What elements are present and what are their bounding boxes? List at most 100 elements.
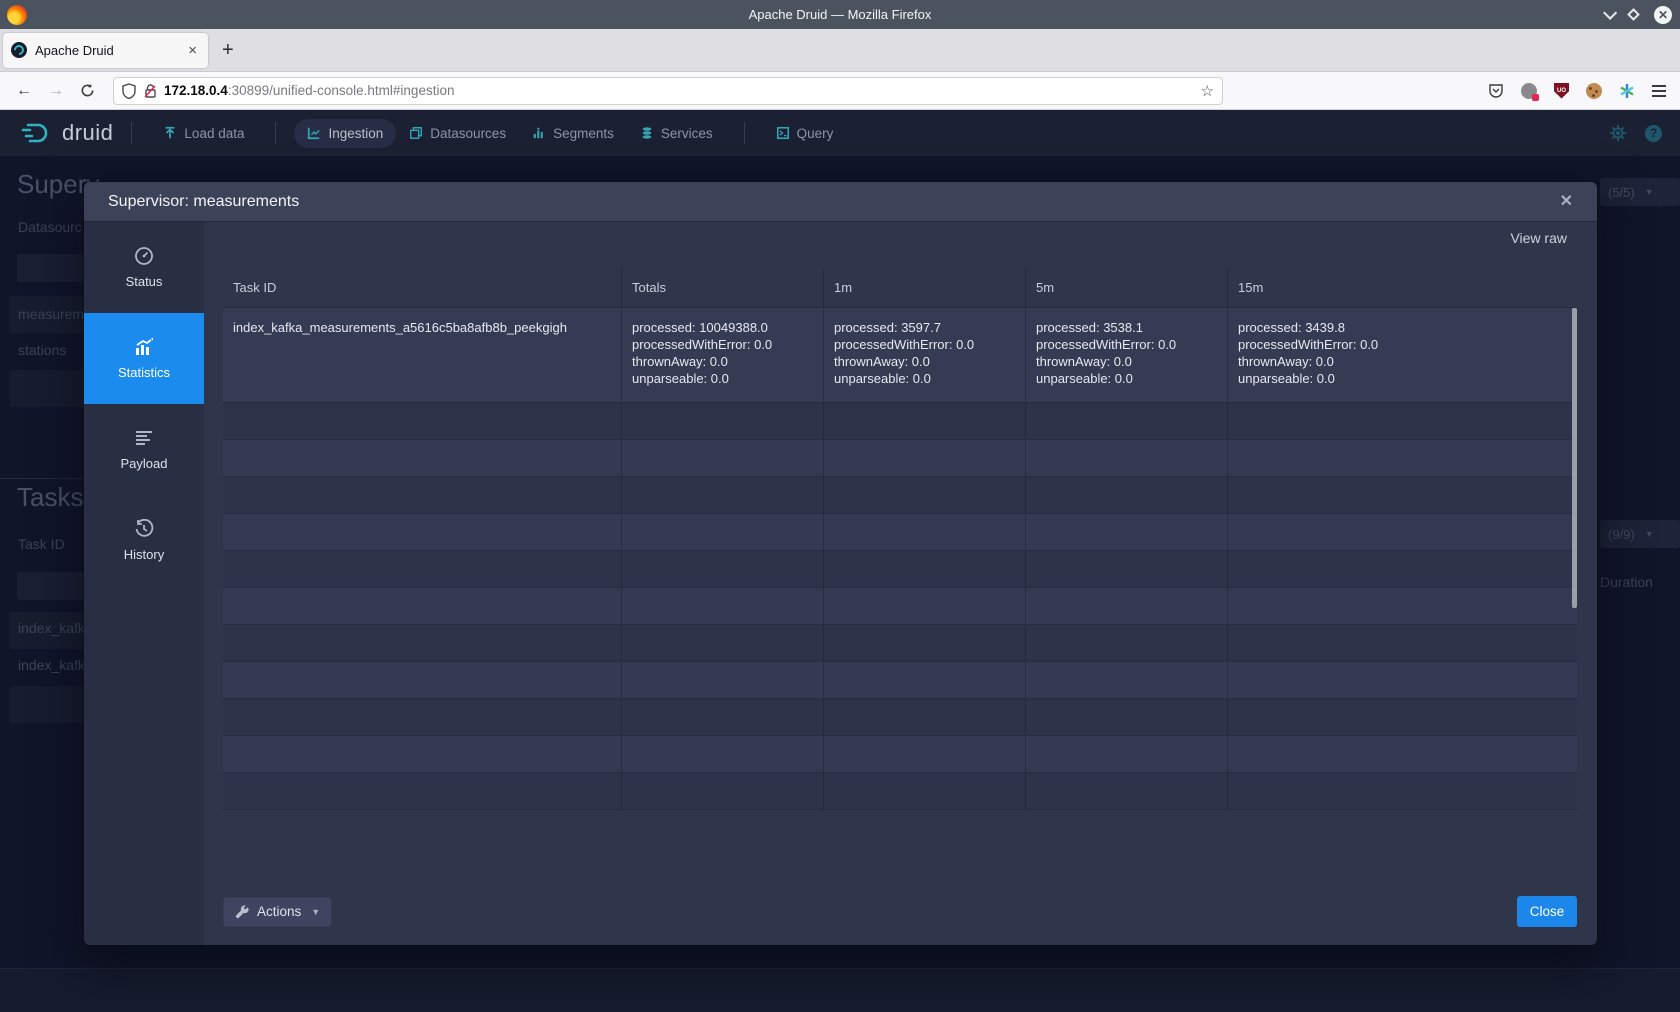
dialog-header: Supervisor: measurements ✕ [84,182,1597,222]
help-icon[interactable]: ? [1645,125,1662,142]
services-icon [640,126,654,140]
nav-item-load-data[interactable]: Load data [150,119,257,148]
forward-button[interactable]: → [48,83,64,99]
table-row: index_kafka_measurements_a5616c5ba8afb8b… [223,308,1577,403]
column-header-task-id[interactable]: Task ID [223,268,622,307]
druid-favicon-icon [11,42,27,58]
url-host: 172.18.0.4 [164,83,228,98]
dialog-close-icon[interactable]: ✕ [1560,194,1573,210]
window-titlebar: Apache Druid — Mozilla Firefox ✕ [0,0,1680,29]
load-data-icon [163,126,177,140]
cookie-extension-icon[interactable] [1586,83,1602,99]
table-row-empty [223,477,1577,514]
chart-arrow-icon [134,337,154,357]
tasks-refresh-button[interactable]: (9/9) ▼ [1600,520,1680,548]
column-header-5m[interactable]: 5m [1026,268,1228,307]
tab-statistics[interactable]: Statistics [84,313,204,404]
nav-item-services[interactable]: Services [627,119,726,148]
chevron-down-icon: ▼ [1645,529,1654,539]
window-close-icon[interactable]: ✕ [1654,6,1672,24]
gauge-icon [134,246,154,266]
actions-button[interactable]: Actions ▼ [223,897,332,927]
dialog-footer: Actions ▼ Close [223,896,1577,927]
tab-close-icon[interactable]: × [185,42,200,59]
table-row-empty [223,736,1577,773]
duration-column-header[interactable]: Duration [1600,574,1653,590]
table-row-empty [223,440,1577,477]
chevron-down-icon: ▼ [311,907,320,917]
supervisor-row-stations[interactable]: stations [18,342,66,358]
browser-tabbar: Apache Druid × + [0,29,1680,72]
tab-history[interactable]: History [84,495,204,586]
back-button[interactable]: ← [16,83,32,99]
chevron-down-icon: ▼ [1645,187,1654,197]
close-button[interactable]: Close [1517,896,1577,927]
tab-status[interactable]: Status [84,222,204,313]
nav-item-datasources[interactable]: Datasources [396,119,519,148]
nav-item-segments[interactable]: Segments [519,119,627,148]
window-title: Apache Druid — Mozilla Firefox [0,7,1680,22]
druid-brand[interactable]: druid [20,120,113,146]
tasks-filter-input[interactable] [17,572,92,600]
reload-icon[interactable] [80,83,95,98]
column-header-totals[interactable]: Totals [622,268,824,307]
druid-logo-icon [20,121,54,145]
supervisors-refresh-button[interactable]: (5/5) ▼ [1600,178,1680,206]
segments-icon [532,126,546,140]
menu-icon[interactable] [1652,85,1666,97]
ublock-origin-icon[interactable]: UO [1554,83,1569,99]
cell-totals: processed: 10049388.0 processedWithError… [622,308,824,402]
text-lines-icon [134,428,154,448]
nav-item-ingestion[interactable]: Ingestion [294,119,396,148]
table-row-empty [223,773,1577,810]
statistics-table-empty-rows [223,403,1577,810]
dialog-side-tabs: Status Statistics [84,222,204,945]
tracking-shield-icon[interactable] [122,83,136,99]
table-scrollbar[interactable] [1572,308,1577,608]
url-path: :30899/unified-console.html#ingestion [228,83,455,98]
window-minimize-icon[interactable] [1603,5,1617,19]
settings-gear-icon[interactable] [1609,124,1627,142]
statistics-table: Task ID Totals 1m 5m 15m index_kafka_mea… [223,268,1577,810]
nav-item-query[interactable]: Query [763,119,847,148]
ingestion-icon [307,126,321,140]
supervisor-dialog: Supervisor: measurements ✕ Status [84,182,1597,945]
datasource-column-header[interactable]: Datasourc [18,219,82,235]
table-row-empty [223,588,1577,625]
supervisor-row-measurements[interactable]: measurem [18,306,84,322]
page-footer-strip [0,968,1680,1012]
new-tab-button[interactable]: + [222,39,234,62]
window-maximize-icon[interactable] [1627,8,1640,21]
supervisors-filter-input[interactable] [17,254,92,282]
table-row-empty [223,551,1577,588]
task-row-2[interactable]: index_kafk [18,657,85,673]
table-row-empty [223,662,1577,699]
query-icon [776,126,790,140]
druid-navbar: druid Load data Ingestion Datasources Se… [0,110,1680,156]
task-id-column-header[interactable]: Task ID [18,536,65,552]
browser-tab[interactable]: Apache Druid × [3,33,208,68]
brand-name: druid [62,120,113,146]
view-raw-link[interactable]: View raw [1510,230,1567,246]
extension-icon[interactable] [1521,83,1537,99]
firefox-window: Apache Druid — Mozilla Firefox ✕ Apache … [0,0,1680,1012]
task-row-1[interactable]: index_kafk [18,620,85,636]
clock-history-icon [134,519,154,539]
tab-payload[interactable]: Payload [84,404,204,495]
bookmark-star-icon[interactable]: ☆ [1201,82,1214,100]
url-text[interactable]: 172.18.0.4:30899/unified-console.html#in… [164,83,1195,98]
url-bar[interactable]: 172.18.0.4:30899/unified-console.html#in… [113,77,1223,105]
dialog-title: Supervisor: measurements [108,193,299,211]
cell-1m: processed: 3597.7 processedWithError: 0.… [824,308,1026,402]
column-header-1m[interactable]: 1m [824,268,1026,307]
table-row-empty [223,625,1577,662]
pocket-icon[interactable] [1488,83,1504,99]
tab-title: Apache Druid [35,43,185,58]
datasources-icon [409,126,423,140]
cell-5m: processed: 3538.1 processedWithError: 0.… [1026,308,1228,402]
table-row-empty [223,403,1577,440]
wrench-icon [235,905,249,919]
colorful-asterisk-extension-icon[interactable] [1619,83,1635,99]
insecure-lock-icon[interactable] [143,83,157,99]
column-header-15m[interactable]: 15m [1228,268,1577,307]
